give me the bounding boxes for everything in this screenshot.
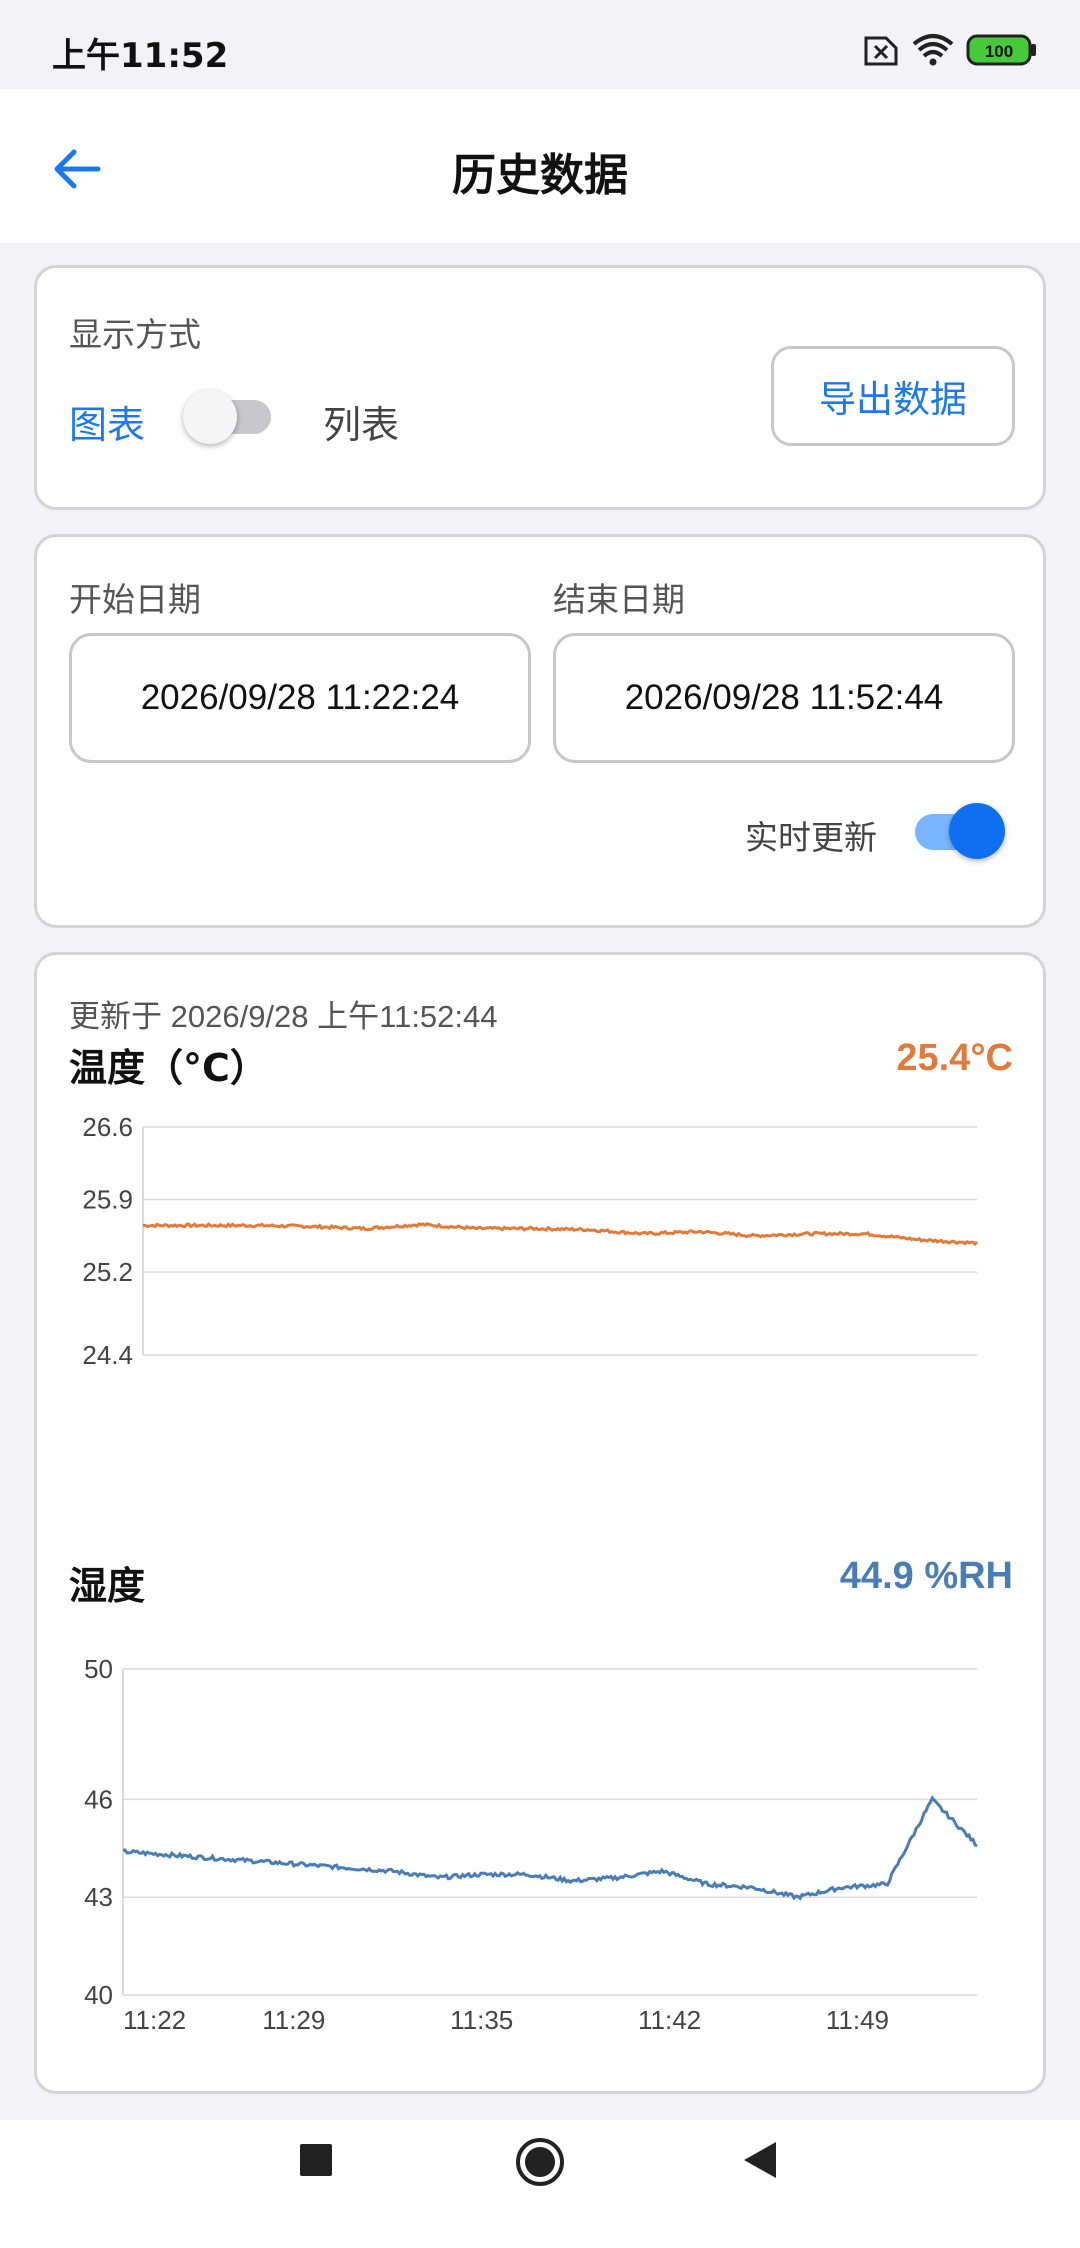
last-updated-text: 更新于 2026/9/28 上午11:52:44: [69, 999, 498, 1034]
humidity-chart-x-tick-label: 11:29: [262, 2005, 325, 2035]
chart-mode-label[interactable]: 图表: [69, 394, 145, 449]
battery-level: 100: [985, 42, 1013, 61]
humidity-chart-y-tick-label: 43: [84, 1882, 113, 1912]
date-range-card: 开始日期 结束日期 2026/09/28 11:22:24 2026/09/28…: [34, 534, 1046, 928]
page-title: 历史数据: [452, 150, 628, 201]
start-date-label: 开始日期: [69, 580, 201, 619]
export-data-button[interactable]: 导出数据: [771, 346, 1015, 446]
temperature-chart-series-line: [142, 1222, 979, 1247]
temperature-chart-y-tick-label: 25.9: [82, 1185, 133, 1215]
wifi-icon: [912, 34, 954, 66]
humidity-chart-title: 湿度: [69, 1564, 146, 1608]
back-triangle-icon[interactable]: [740, 2140, 780, 2180]
charts-card: 更新于 2026/9/28 上午11:52:44 温度（°C） 25.4°C 2…: [34, 952, 1046, 2094]
humidity-chart-series-line: [122, 1795, 978, 1901]
temperature-chart-y-tick-label: 24.4: [82, 1340, 133, 1365]
toggle-knob: [183, 390, 237, 444]
end-date-label: 结束日期: [553, 580, 685, 619]
list-mode-label[interactable]: 列表: [323, 394, 399, 449]
temperature-chart: 26.6 25.9 25.2 24.4: [82, 1112, 979, 1365]
humidity-chart-y-tick-label: 40: [84, 1980, 113, 2010]
humidity-chart-y-tick-label: 46: [84, 1784, 113, 1814]
toggle-knob: [949, 803, 1005, 859]
no-sim-icon: [864, 36, 898, 66]
temperature-chart-y-tick-label: 26.6: [82, 1112, 133, 1142]
humidity-chart-x-tick-label: 11:35: [450, 2005, 513, 2035]
system-nav-bar: [0, 2120, 1080, 2248]
status-time: 上午11:52: [52, 36, 229, 76]
end-date-field[interactable]: 2026/09/28 11:52:44: [553, 633, 1015, 763]
humidity-chart-y-tick-label: 50: [84, 1654, 113, 1684]
humidity-chart-x-tick-label: 11:49: [826, 2005, 889, 2035]
app-bar: 历史数据: [0, 89, 1080, 243]
status-bar: 上午11:52 100: [0, 0, 1080, 89]
temperature-chart-title: 温度（°C）: [69, 1046, 268, 1090]
status-icons: 100: [864, 34, 1036, 66]
start-date-field[interactable]: 2026/09/28 11:22:24: [69, 633, 531, 763]
display-mode-toggle[interactable]: [183, 388, 273, 444]
recent-apps-icon[interactable]: [296, 2140, 336, 2180]
realtime-update-toggle[interactable]: [915, 801, 1011, 861]
temperature-chart-y-tick-label: 25.2: [82, 1257, 133, 1287]
humidity-chart-x-tick-label: 11:22: [123, 2005, 186, 2035]
display-mode-card: 显示方式 图表 列表 导出数据: [34, 265, 1046, 510]
humidity-chart-x-tick-label: 11:42: [638, 2005, 701, 2035]
humidity-chart: 50 46 43 40 11:22 11:29 11:35 11:42 11:49: [84, 1654, 978, 2035]
display-mode-label: 显示方式: [69, 315, 201, 354]
temperature-current-value: 25.4°C: [896, 1037, 1013, 1079]
home-icon[interactable]: [514, 2136, 566, 2188]
humidity-current-value: 44.9 %RH: [839, 1555, 1013, 1597]
realtime-update-label: 实时更新: [745, 818, 877, 857]
